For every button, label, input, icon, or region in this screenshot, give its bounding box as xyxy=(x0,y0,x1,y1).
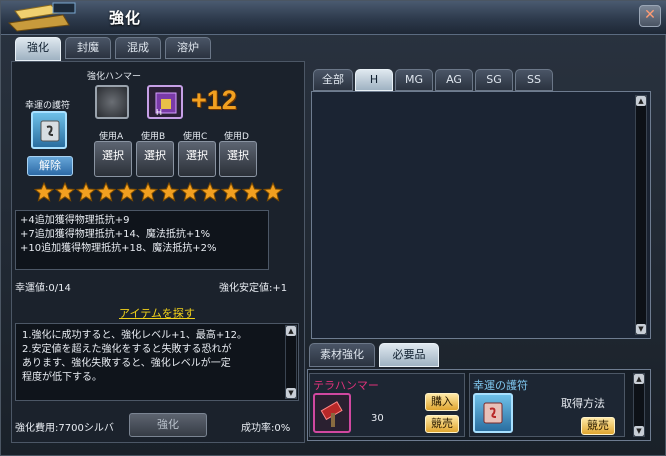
scroll-down-arrow-icon[interactable]: ▼ xyxy=(286,388,296,398)
enhance-effects-box: +4追加獲得物理抵抗+9 +7追加獲得物理抵抗+14、魔法抵抗+1% +10追加… xyxy=(15,210,269,270)
description-box: 1.強化に成功すると、強化レベル+1、最高+12。 2.安定値を超えた強化をする… xyxy=(15,323,299,401)
enhance-star-icon xyxy=(262,182,283,202)
description-line: 1.強化に成功すると、強化レベル+1、最高+12。 xyxy=(22,330,247,341)
scroll-up-arrow-icon[interactable]: ▲ xyxy=(636,96,646,106)
materials-scrollbar[interactable]: ▲ ▼ xyxy=(633,373,645,437)
hammer-slot-empty[interactable] xyxy=(95,85,129,119)
enhance-button[interactable]: 強化 xyxy=(129,413,207,437)
find-item-link[interactable]: アイテムを探す xyxy=(119,305,195,321)
description-line: あります、強化失敗すると、強化レベルが一定 xyxy=(22,358,231,369)
material-name: 幸運の護符 xyxy=(473,379,528,392)
enhance-star-icon xyxy=(242,182,262,202)
filter-tab-h[interactable]: H xyxy=(355,69,393,91)
material-name: テラハンマー xyxy=(313,379,379,392)
effect-line: +10追加獲得物理抵抗+18、魔法抵抗+2% xyxy=(20,243,217,254)
filter-tab-all[interactable]: 全部 xyxy=(313,69,353,91)
filter-tab-ag[interactable]: AG xyxy=(435,69,473,91)
tab-fusion[interactable]: 混成 xyxy=(115,37,161,59)
success-rate: 成功率:0% xyxy=(241,423,291,434)
select-b-button[interactable]: 選択 xyxy=(136,141,174,177)
effect-line: +4追加獲得物理抵抗+9 xyxy=(20,215,130,226)
acquire-method-label: 取得方法 xyxy=(561,397,605,410)
tab-enhance[interactable]: 強化 xyxy=(15,37,61,61)
material-count: 30 xyxy=(371,413,384,424)
auction-button[interactable]: 競売 xyxy=(425,415,459,433)
tera-hammer-icon xyxy=(320,401,343,427)
luck-value: 幸運値:0/14 xyxy=(15,283,71,294)
filter-tab-sg[interactable]: SG xyxy=(475,69,513,91)
enhance-star-icon xyxy=(221,182,242,202)
enhance-star-icon xyxy=(34,182,54,202)
lucky-charm-label: 幸運の護符 xyxy=(25,101,71,111)
tera-hammer-icon: H xyxy=(155,92,177,117)
hammer-label: 強化ハンマー xyxy=(87,72,142,82)
window-title: 強化 xyxy=(109,9,142,27)
scroll-down-arrow-icon[interactable]: ▼ xyxy=(636,324,646,334)
item-list-panel[interactable] xyxy=(311,91,651,339)
scroll-up-arrow-icon[interactable]: ▲ xyxy=(286,326,296,336)
tab-furnace[interactable]: 溶炉 xyxy=(165,37,211,59)
auction-button[interactable]: 競売 xyxy=(581,417,615,435)
scroll-up-arrow-icon[interactable]: ▲ xyxy=(634,374,644,384)
charm-scroll-icon xyxy=(483,402,503,424)
effect-line: +7追加獲得物理抵抗+14、魔法抵抗+1% xyxy=(20,229,211,240)
anvil-hammer-icon xyxy=(7,2,76,32)
close-button[interactable]: ✕ xyxy=(639,5,661,27)
enhance-star-icon xyxy=(179,182,200,202)
enhance-level: +12 xyxy=(191,85,237,115)
enhance-star-icon xyxy=(138,182,158,202)
charm-scroll-icon xyxy=(40,120,60,142)
enhance-cost: 強化費用:7700シルバ xyxy=(15,423,114,434)
item-list-scrollbar[interactable]: ▲ ▼ xyxy=(635,95,647,335)
release-button[interactable]: 解除 xyxy=(27,156,73,176)
lucky-charm-slot[interactable] xyxy=(31,111,67,149)
filter-tab-mg[interactable]: MG xyxy=(395,69,433,91)
enhance-star-icon xyxy=(200,182,221,202)
material-slot[interactable] xyxy=(313,393,351,433)
description-line: 程度が低下する。 xyxy=(22,372,102,383)
select-c-button[interactable]: 選択 xyxy=(178,141,216,177)
material-slot[interactable] xyxy=(473,393,513,433)
enhance-star-icon xyxy=(158,182,179,202)
description-scrollbar[interactable]: ▲ ▼ xyxy=(285,325,297,399)
scroll-down-arrow-icon[interactable]: ▼ xyxy=(634,426,644,436)
enhance-star-icon xyxy=(75,182,96,202)
filter-tab-ss[interactable]: SS xyxy=(515,69,553,91)
stability-value: 強化安定値:+1 xyxy=(219,283,288,294)
tab-material-enhance[interactable]: 素材強化 xyxy=(309,343,375,367)
enhance-star-icon xyxy=(96,182,117,202)
enhance-window: 強化 ✕ 強化 封魔 混成 溶炉 強化ハンマー 幸運の護符 解除 H +12 使… xyxy=(0,0,666,456)
tab-seal[interactable]: 封魔 xyxy=(65,37,111,59)
buy-button[interactable]: 購入 xyxy=(425,393,459,411)
enhance-star-icon xyxy=(54,182,75,202)
svg-text:H: H xyxy=(156,108,162,117)
select-a-button[interactable]: 選択 xyxy=(94,141,132,177)
enhance-star-icon xyxy=(117,182,138,202)
tab-required-items[interactable]: 必要品 xyxy=(379,343,439,367)
description-line: 2.安定値を超えた強化をすると失敗する恐れが xyxy=(22,344,232,355)
title-bar[interactable]: 強化 ✕ xyxy=(1,1,666,35)
hammer-slot[interactable]: H xyxy=(147,85,183,119)
select-d-button[interactable]: 選択 xyxy=(219,141,257,177)
